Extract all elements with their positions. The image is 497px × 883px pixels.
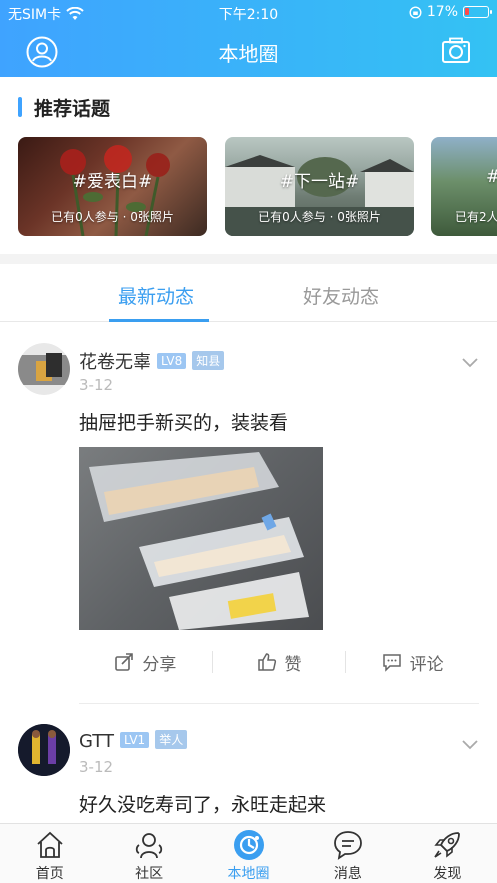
topic-title: #下一站#	[279, 172, 360, 192]
like-label: 赞	[284, 654, 302, 675]
post-username[interactable]: 花卷无辜	[79, 352, 151, 373]
avatar-image	[18, 724, 70, 776]
tab-community-label: 社区	[135, 866, 164, 882]
tab-local[interactable]: 本地圈	[199, 824, 298, 883]
home-icon	[37, 831, 63, 858]
topic-title: #	[486, 167, 497, 187]
comment-label: 评论	[409, 654, 444, 675]
battery-percent: 17%	[426, 4, 458, 20]
section-title: 推荐话题	[34, 97, 111, 120]
post-date: 3-12	[79, 758, 114, 776]
active-tab-indicator	[109, 319, 209, 322]
post-date: 3-12	[79, 376, 114, 394]
topic-card-next-stop[interactable]: #下一站# 已有0人参与 · 0张照片	[225, 137, 414, 236]
topic-title: #爱表白#	[72, 172, 153, 192]
topic-meta: 已有2人	[455, 210, 497, 224]
local-circle-icon	[233, 830, 264, 860]
like-button[interactable]: 赞	[213, 650, 346, 675]
topic-card-love[interactable]: #爱表白# 已有0人参与 · 0张照片	[18, 137, 207, 236]
message-icon	[334, 831, 362, 860]
chevron-down-icon[interactable]	[461, 735, 479, 753]
post-actions: 分享 赞 评论	[79, 647, 479, 677]
share-label: 分享	[142, 654, 177, 675]
tab-home[interactable]: 首页	[0, 824, 99, 883]
section-recommended-topics: 推荐话题	[18, 95, 111, 120]
topic-carousel[interactable]: #爱表白# 已有0人参与 · 0张照片 #下一站# 已有0人参与 · 0张照片 …	[18, 137, 497, 237]
topic-card-partial[interactable]: # 已有2人	[431, 137, 497, 236]
orientation-lock-icon	[409, 5, 422, 19]
topic-meta: 已有0人参与 · 0张照片	[51, 210, 174, 224]
post-image[interactable]	[79, 447, 323, 630]
app-screen: 无SIM卡 下午2:10 17% 本地圈 推荐话题 #爱表白# 已有0人参与 ·…	[0, 0, 497, 883]
tab-latest[interactable]: 最新动态	[118, 282, 194, 309]
level-badge: LV1	[119, 732, 150, 748]
tab-discover-label: 发现	[433, 866, 462, 882]
community-icon	[135, 833, 163, 859]
tab-community[interactable]: 社区	[99, 824, 198, 883]
rank-badge: 知县	[192, 351, 225, 370]
share-button[interactable]: 分享	[79, 650, 212, 675]
drawer-handles-photo	[89, 452, 309, 630]
navigation-bar: 本地圈	[0, 26, 497, 77]
header: 无SIM卡 下午2:10 17% 本地圈	[0, 0, 497, 77]
post-username-row: GTT LV1 举人	[79, 730, 188, 752]
post-item: GTT LV1 举人 3-12 好久没吃寿司了，永旺走起来	[0, 703, 497, 823]
feed-tabs: 最新动态 好友动态	[0, 264, 497, 322]
tab-home-label: 首页	[35, 866, 64, 882]
topic-meta: 已有0人参与 · 0张照片	[258, 210, 381, 224]
post-username[interactable]: GTT	[79, 731, 114, 752]
section-accent-bar	[18, 97, 22, 117]
thumbs-up-icon	[257, 653, 276, 671]
battery-icon	[463, 6, 492, 18]
rank-badge: 举人	[155, 730, 188, 749]
bottom-tab-bar: 首页 社区 本地圈 消息 发现	[0, 823, 497, 883]
camera-icon[interactable]	[441, 36, 471, 66]
tab-messages-label: 消息	[333, 866, 362, 882]
post-item: 花卷无辜 LV8 知县 3-12 抽屉把手新买的，装装看 分享 赞 评论	[0, 323, 497, 704]
chevron-down-icon[interactable]	[461, 353, 479, 371]
comment-button[interactable]: 评论	[346, 650, 479, 675]
level-badge: LV8	[157, 353, 187, 369]
post-content: 抽屉把手新买的，装装看	[79, 412, 289, 434]
tab-discover[interactable]: 发现	[398, 824, 497, 883]
avatar-image	[18, 343, 70, 395]
avatar[interactable]	[18, 343, 70, 395]
status-bar: 无SIM卡 下午2:10 17%	[0, 0, 497, 26]
tab-local-label: 本地圈	[227, 866, 270, 882]
tab-messages[interactable]: 消息	[298, 824, 397, 883]
tab-friends[interactable]: 好友动态	[303, 282, 379, 309]
post-username-row: 花卷无辜 LV8 知县	[79, 348, 225, 374]
section-separator	[0, 254, 497, 264]
share-icon	[115, 653, 134, 671]
rocket-icon	[434, 832, 461, 858]
post-content: 好久没吃寿司了，永旺走起来	[79, 794, 327, 816]
comment-icon	[382, 654, 401, 672]
avatar[interactable]	[18, 724, 70, 776]
status-right: 17%	[409, 4, 492, 20]
page-title: 本地圈	[218, 42, 279, 66]
